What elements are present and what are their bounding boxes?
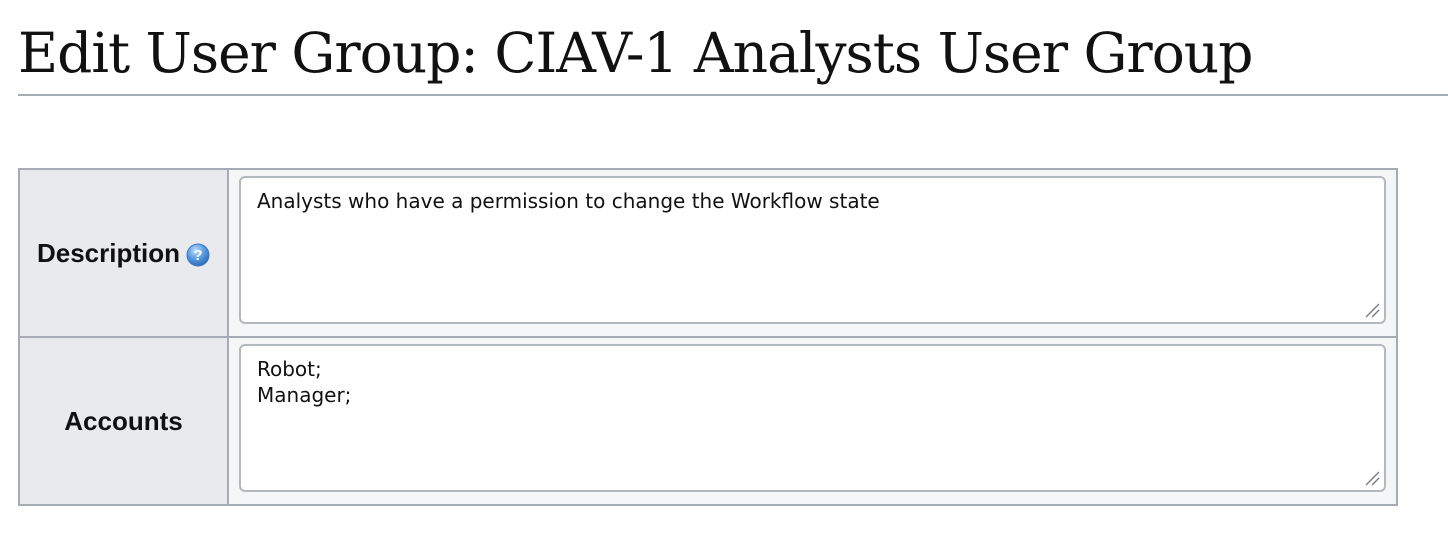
accounts-label: Accounts: [64, 405, 183, 436]
edit-user-group-page: Edit User Group: CIAV-1 Analysts User Gr…: [0, 0, 1448, 540]
accounts-textarea[interactable]: Robot; Manager;: [239, 344, 1386, 492]
description-row: Description ? Analysts who have a permis…: [18, 168, 1398, 338]
title-divider: [18, 94, 1448, 96]
description-label-cell: Description ?: [18, 168, 229, 338]
user-group-form: Description ? Analysts who have a permis…: [18, 168, 1398, 506]
page-title: Edit User Group: CIAV-1 Analysts User Gr…: [18, 21, 1253, 85]
accounts-field-cell: Robot; Manager;: [227, 336, 1398, 506]
description-field-cell: Analysts who have a permission to change…: [227, 168, 1398, 338]
resize-handle-icon[interactable]: [1364, 302, 1380, 318]
description-textarea[interactable]: Analysts who have a permission to change…: [239, 176, 1386, 324]
accounts-label-cell: Accounts: [18, 336, 229, 506]
description-label: Description: [36, 237, 181, 268]
accounts-row: Accounts Robot; Manager;: [18, 336, 1398, 506]
accounts-field-wrapper: Robot; Manager;: [239, 344, 1386, 492]
svg-text:?: ?: [193, 247, 202, 264]
description-field-wrapper: Analysts who have a permission to change…: [239, 176, 1386, 324]
help-icon[interactable]: ?: [186, 243, 210, 267]
resize-handle-icon[interactable]: [1364, 470, 1380, 486]
